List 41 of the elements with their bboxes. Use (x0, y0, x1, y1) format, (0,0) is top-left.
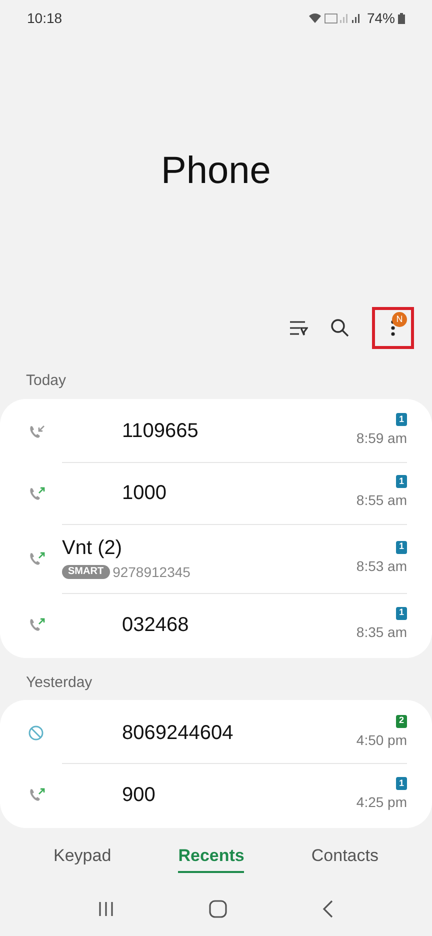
sim-badge: 2 (396, 714, 407, 728)
caller-number: 1000 (122, 481, 166, 506)
sim-badge: 1 (396, 540, 407, 554)
sim-badge: 1 (396, 606, 407, 620)
recent-apps-icon[interactable] (98, 901, 114, 917)
call-time: 8:59 am (356, 429, 407, 448)
back-icon[interactable] (322, 900, 334, 918)
call-time: 8:53 am (356, 556, 407, 576)
bottom-tab[interactable]: Contacts (311, 843, 378, 873)
sim-badge: 1 (396, 777, 407, 790)
search-icon[interactable] (330, 318, 350, 338)
outgoing-call-icon (28, 616, 46, 632)
battery-icon (398, 12, 405, 24)
filter-icon[interactable] (288, 319, 308, 337)
outgoing-call-icon (28, 486, 46, 502)
caller-number: 8069244604 (122, 720, 234, 746)
section-header: Today (25, 371, 68, 391)
app-title: Phone (161, 148, 271, 194)
caller-number: 900 (122, 783, 156, 808)
incoming-call-icon (28, 424, 46, 440)
caller-tag: SMART (62, 565, 110, 579)
bottom-tab[interactable]: Recents (178, 843, 244, 873)
notification-badge: N (392, 312, 407, 327)
outgoing-call-icon (28, 787, 46, 803)
sim-badge: 1 (396, 413, 407, 426)
home-icon[interactable] (208, 900, 227, 918)
call-time: 8:35 am (356, 622, 407, 642)
blocked-icon (28, 725, 44, 741)
call-time: 4:50 pm (356, 730, 407, 750)
section-header: Yesterday (25, 672, 94, 692)
caller-number: 1109665 (122, 419, 198, 444)
battery-percent: 74% (366, 8, 395, 28)
caller-number: 032468 (122, 612, 189, 638)
outgoing-call-icon (28, 551, 46, 567)
call-time: 8:55 am (356, 491, 407, 510)
sim-badge: 1 (396, 475, 407, 488)
bottom-tab[interactable]: Keypad (54, 843, 112, 873)
caller-detail: 9278912345 (112, 562, 190, 582)
call-time: 4:25 pm (356, 793, 407, 812)
caller-number: Vnt (2) (62, 536, 122, 560)
status-time: 10:18 (27, 8, 62, 28)
